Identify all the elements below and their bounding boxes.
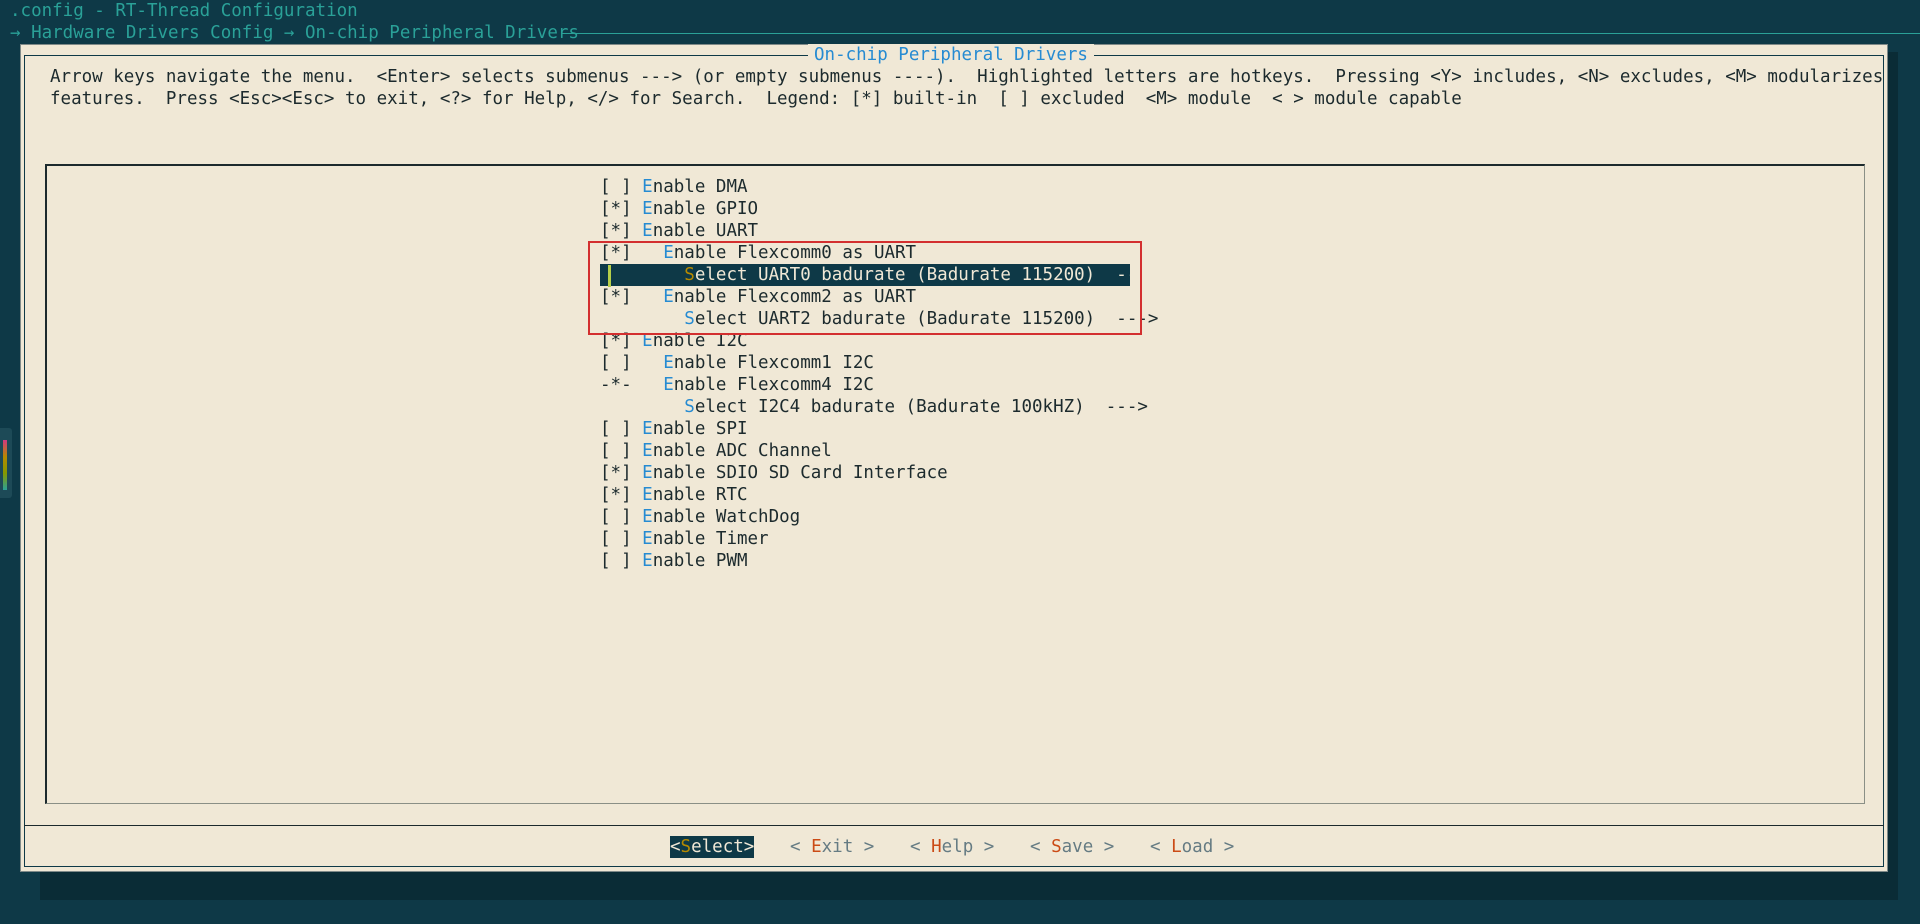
- hotkey-letter: H: [931, 837, 942, 857]
- button-bracket: <: [910, 837, 932, 857]
- checkbox-state: [ ]: [600, 419, 643, 439]
- side-panel-indicator-icon: [3, 440, 7, 490]
- checkbox-state: [600, 397, 684, 417]
- menu-item-enable-spi[interactable]: [ ] Enable SPI: [600, 418, 748, 440]
- menu-item-label: nable DMA: [652, 177, 748, 197]
- hotkey-letter: S: [1051, 837, 1062, 857]
- button-bracket: <: [670, 837, 681, 857]
- help-text-line-2: features. Press <Esc><Esc> to exit, <?> …: [50, 89, 1462, 109]
- hotkey-letter: E: [642, 507, 653, 527]
- menu-item-enable-rtc[interactable]: [*] Enable RTC: [600, 484, 748, 506]
- breadcrumb: → Hardware Drivers Config → On-chip Peri…: [10, 23, 579, 43]
- checkbox-state: [ ]: [600, 507, 643, 527]
- menu-item-label: nable Flexcomm1 I2C: [673, 353, 874, 373]
- help-text-line-1: Arrow keys navigate the menu. <Enter> se…: [50, 67, 1884, 87]
- checkbox-state: -*-: [600, 375, 664, 395]
- hotkey-letter: E: [642, 419, 653, 439]
- select-button[interactable]: <Select>: [670, 836, 755, 858]
- hotkey-letter: E: [642, 199, 653, 219]
- menu-item-enable-timer[interactable]: [ ] Enable Timer: [600, 528, 769, 550]
- save-button[interactable]: < Save >: [1030, 836, 1114, 858]
- hotkey-letter: S: [684, 397, 695, 417]
- menu-item-label: nable SPI: [652, 419, 748, 439]
- button-label: ave >: [1061, 837, 1115, 857]
- checkbox-state: [*]: [600, 199, 643, 219]
- hotkey-letter: E: [642, 441, 653, 461]
- menu-item-label: nable UART: [652, 221, 759, 241]
- button-label: elp >: [941, 837, 995, 857]
- button-bracket: <: [1030, 837, 1052, 857]
- menu-item-enable-watchdog[interactable]: [ ] Enable WatchDog: [600, 506, 800, 528]
- window-title: .config - RT-Thread Configuration: [10, 1, 358, 21]
- hotkey-letter: E: [811, 837, 822, 857]
- annotation-highlight-box: [588, 241, 1142, 335]
- load-button[interactable]: < Load >: [1150, 836, 1234, 858]
- checkbox-state: [ ]: [600, 529, 643, 549]
- hotkey-letter: E: [642, 551, 653, 571]
- menu-item-label: nable Flexcomm4 I2C: [673, 375, 874, 395]
- dialog-title: On-chip Peripheral Drivers: [808, 44, 1094, 66]
- hotkey-letter: S: [680, 837, 692, 857]
- button-label: elect>: [691, 837, 755, 857]
- dialog-shadow: [1888, 52, 1898, 880]
- menu-item-enable-uart[interactable]: [*] Enable UART: [600, 220, 758, 242]
- checkbox-state: [*]: [600, 485, 643, 505]
- dialog-shadow: [40, 872, 1898, 900]
- hotkey-letter: E: [642, 177, 653, 197]
- hotkey-letter: E: [642, 485, 653, 505]
- checkbox-state: [ ]: [600, 441, 643, 461]
- button-label: xit >: [821, 837, 875, 857]
- hotkey-letter: E: [642, 463, 653, 483]
- menu-item-enable-dma[interactable]: [ ] Enable DMA: [600, 176, 748, 198]
- menu-item-label: nable ADC Channel: [652, 441, 832, 461]
- menu-item-enable-gpio[interactable]: [*] Enable GPIO: [600, 198, 758, 220]
- hotkey-letter: E: [642, 529, 653, 549]
- menu-item-enable-flexcomm4-i2c[interactable]: -*- Enable Flexcomm4 I2C: [600, 374, 874, 396]
- button-label: oad >: [1181, 837, 1235, 857]
- menu-item-label: nable WatchDog: [652, 507, 801, 527]
- checkbox-state: [ ]: [600, 551, 643, 571]
- menu-item-label: elect I2C4 badurate (Badurate 100kHZ) --…: [694, 397, 1148, 417]
- menu-item-label: nable Timer: [652, 529, 769, 549]
- hotkey-letter: L: [1171, 837, 1182, 857]
- hotkey-letter: E: [642, 221, 653, 241]
- hotkey-letter: E: [663, 375, 674, 395]
- menu-item-label: nable RTC: [652, 485, 748, 505]
- checkbox-state: [ ]: [600, 353, 664, 373]
- menu-item-label: nable PWM: [652, 551, 748, 571]
- menu-item-label: nable GPIO: [652, 199, 759, 219]
- checkbox-state: [*]: [600, 463, 643, 483]
- checkbox-state: [*]: [600, 221, 643, 241]
- button-bar-separator: [24, 825, 1884, 826]
- button-bracket: <: [790, 837, 812, 857]
- exit-button[interactable]: < Exit >: [790, 836, 874, 858]
- menu-item-select-i2c4-baudrate[interactable]: Select I2C4 badurate (Badurate 100kHZ) -…: [600, 396, 1148, 418]
- menu-item-enable-adc-channel[interactable]: [ ] Enable ADC Channel: [600, 440, 832, 462]
- help-button[interactable]: < Help >: [910, 836, 994, 858]
- menu-item-enable-pwm[interactable]: [ ] Enable PWM: [600, 550, 748, 572]
- menu-item-enable-sdio[interactable]: [*] Enable SDIO SD Card Interface: [600, 462, 948, 484]
- button-bracket: <: [1150, 837, 1172, 857]
- menu-item-label: nable SDIO SD Card Interface: [652, 463, 948, 483]
- breadcrumb-rule: [562, 33, 1920, 34]
- checkbox-state: [ ]: [600, 177, 643, 197]
- menu-item-enable-flexcomm1-i2c[interactable]: [ ] Enable Flexcomm1 I2C: [600, 352, 874, 374]
- hotkey-letter: E: [663, 353, 674, 373]
